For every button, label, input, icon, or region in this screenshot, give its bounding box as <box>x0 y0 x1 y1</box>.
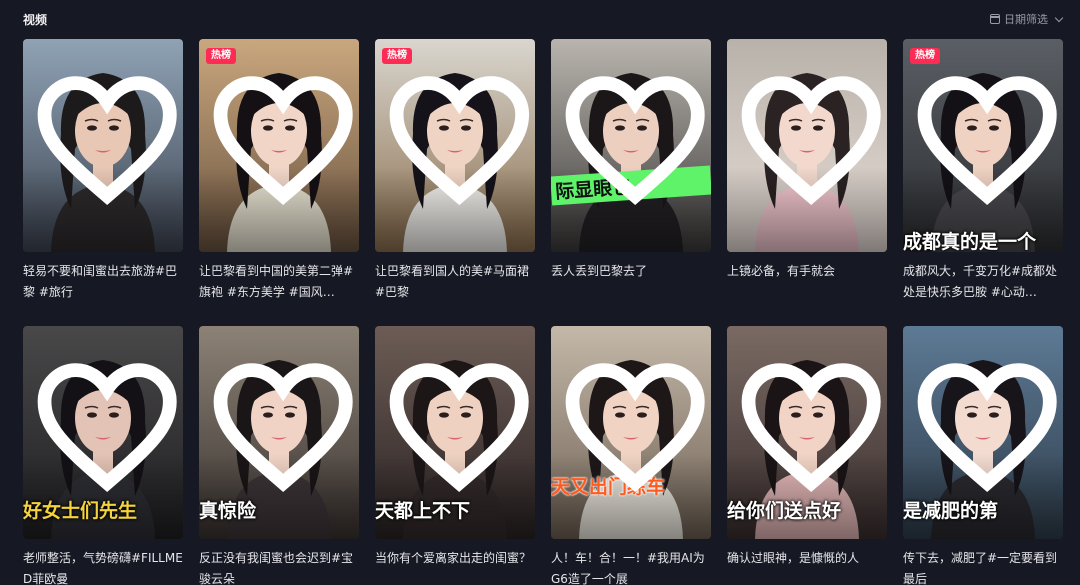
heart-icon <box>565 363 705 492</box>
video-card[interactable]: 25.4万上镜必备，有手就会 <box>727 39 887 326</box>
video-thumbnail[interactable]: 天都上不下52.9万 <box>375 326 535 539</box>
heart-icon <box>565 76 705 205</box>
video-caption[interactable]: 轻易不要和闺蜜出去旅游#巴黎 #旅行 <box>23 261 183 303</box>
video-thumbnail[interactable]: 热榜212.9万 <box>375 39 535 252</box>
heart-icon <box>741 363 881 492</box>
section-header: 视频 日期筛选 <box>0 0 1080 38</box>
video-caption[interactable]: 确认过眼神，是慷慨的人 <box>727 548 887 585</box>
video-grid: 26.7万轻易不要和闺蜜出去旅游#巴黎 #旅行热榜69.9万让巴黎看到中国的美第… <box>23 39 1063 585</box>
video-thumbnail[interactable]: 天又出门练车65.5万 <box>551 326 711 539</box>
video-thumbnail[interactable]: 真惊险63.4万 <box>199 326 359 539</box>
section-title: 视频 <box>23 13 48 27</box>
video-card[interactable]: 是减肥的第22.9万传下去，减肥了#一定要看到最后 <box>903 326 1063 585</box>
video-card[interactable]: 26.7万轻易不要和闺蜜出去旅游#巴黎 #旅行 <box>23 39 183 326</box>
video-card[interactable]: 天都上不下52.9万当你有个爱离家出走的闺蜜？ <box>375 326 535 585</box>
video-card[interactable]: 好女士们先生50.3万老师整活，气势磅礴#FILLMED菲欧曼 <box>23 326 183 585</box>
video-thumbnail[interactable]: 热榜成都真的是一个68.5万 <box>903 39 1063 252</box>
heart-icon <box>37 76 177 205</box>
date-filter-label: 日期筛选 <box>1004 13 1048 26</box>
like-count: 22.9万 <box>912 326 1063 533</box>
video-thumbnail[interactable]: 25.4万 <box>727 39 887 252</box>
like-count: 89.3万 <box>560 39 711 246</box>
video-card[interactable]: 给你们送点好16.4万确认过眼神，是慷慨的人 <box>727 326 887 585</box>
video-caption[interactable]: 人！车！合！一！#我用AI为G6造了一个展 <box>551 548 711 585</box>
like-count: 16.4万 <box>736 326 887 533</box>
like-count: 63.4万 <box>208 326 359 533</box>
video-thumbnail[interactable]: 好女士们先生50.3万 <box>23 326 183 539</box>
like-count: 212.9万 <box>384 39 535 246</box>
video-caption[interactable]: 丢人丢到巴黎去了 <box>551 261 711 303</box>
video-caption[interactable]: 让巴黎看到中国的美第二弹#旗袍 #东方美学 #国风… <box>199 261 359 303</box>
video-thumbnail[interactable]: 给你们送点好16.4万 <box>727 326 887 539</box>
heart-icon <box>741 76 881 205</box>
video-card[interactable]: 际显眼包89.3万丢人丢到巴黎去了 <box>551 39 711 326</box>
video-thumbnail[interactable]: 际显眼包89.3万 <box>551 39 711 252</box>
video-card[interactable]: 热榜成都真的是一个68.5万成都风大，千变万化#成都处处是快乐多巴胺 #心动… <box>903 39 1063 326</box>
like-count: 50.3万 <box>32 326 183 533</box>
video-card[interactable]: 热榜69.9万让巴黎看到中国的美第二弹#旗袍 #东方美学 #国风… <box>199 39 359 326</box>
date-filter-button[interactable]: 日期筛选 <box>990 11 1064 27</box>
video-caption[interactable]: 当你有个爱离家出走的闺蜜？ <box>375 548 535 585</box>
calendar-icon <box>990 14 1000 24</box>
like-count: 52.9万 <box>384 326 535 533</box>
video-caption[interactable]: 让巴黎看到国人的美#马面裙 #巴黎 <box>375 261 535 303</box>
video-card[interactable]: 天又出门练车65.5万人！车！合！一！#我用AI为G6造了一个展 <box>551 326 711 585</box>
video-thumbnail[interactable]: 26.7万 <box>23 39 183 252</box>
video-caption[interactable]: 老师整活，气势磅礴#FILLMED菲欧曼 <box>23 548 183 585</box>
heart-icon <box>917 76 1057 205</box>
like-count: 69.9万 <box>208 39 359 246</box>
video-caption[interactable]: 成都风大，千变万化#成都处处是快乐多巴胺 #心动… <box>903 261 1063 303</box>
heart-icon <box>213 76 353 205</box>
heart-icon <box>213 363 353 492</box>
video-caption[interactable]: 上镜必备，有手就会 <box>727 261 887 303</box>
like-count: 65.5万 <box>560 326 711 533</box>
video-caption[interactable]: 传下去，减肥了#一定要看到最后 <box>903 548 1063 585</box>
video-caption[interactable]: 反正没有我闺蜜也会迟到#宝骏云朵 <box>199 548 359 585</box>
video-card[interactable]: 真惊险63.4万反正没有我闺蜜也会迟到#宝骏云朵 <box>199 326 359 585</box>
like-count: 26.7万 <box>32 39 183 246</box>
heart-icon <box>389 76 530 206</box>
like-count: 68.5万 <box>912 39 1063 246</box>
like-count: 25.4万 <box>736 39 887 246</box>
video-thumbnail[interactable]: 热榜69.9万 <box>199 39 359 252</box>
heart-icon <box>389 363 529 492</box>
heart-icon <box>37 363 177 492</box>
heart-icon <box>917 363 1057 492</box>
video-card[interactable]: 热榜212.9万让巴黎看到国人的美#马面裙 #巴黎 <box>375 39 535 326</box>
video-thumbnail[interactable]: 是减肥的第22.9万 <box>903 326 1063 539</box>
chevron-down-icon <box>1054 13 1064 22</box>
